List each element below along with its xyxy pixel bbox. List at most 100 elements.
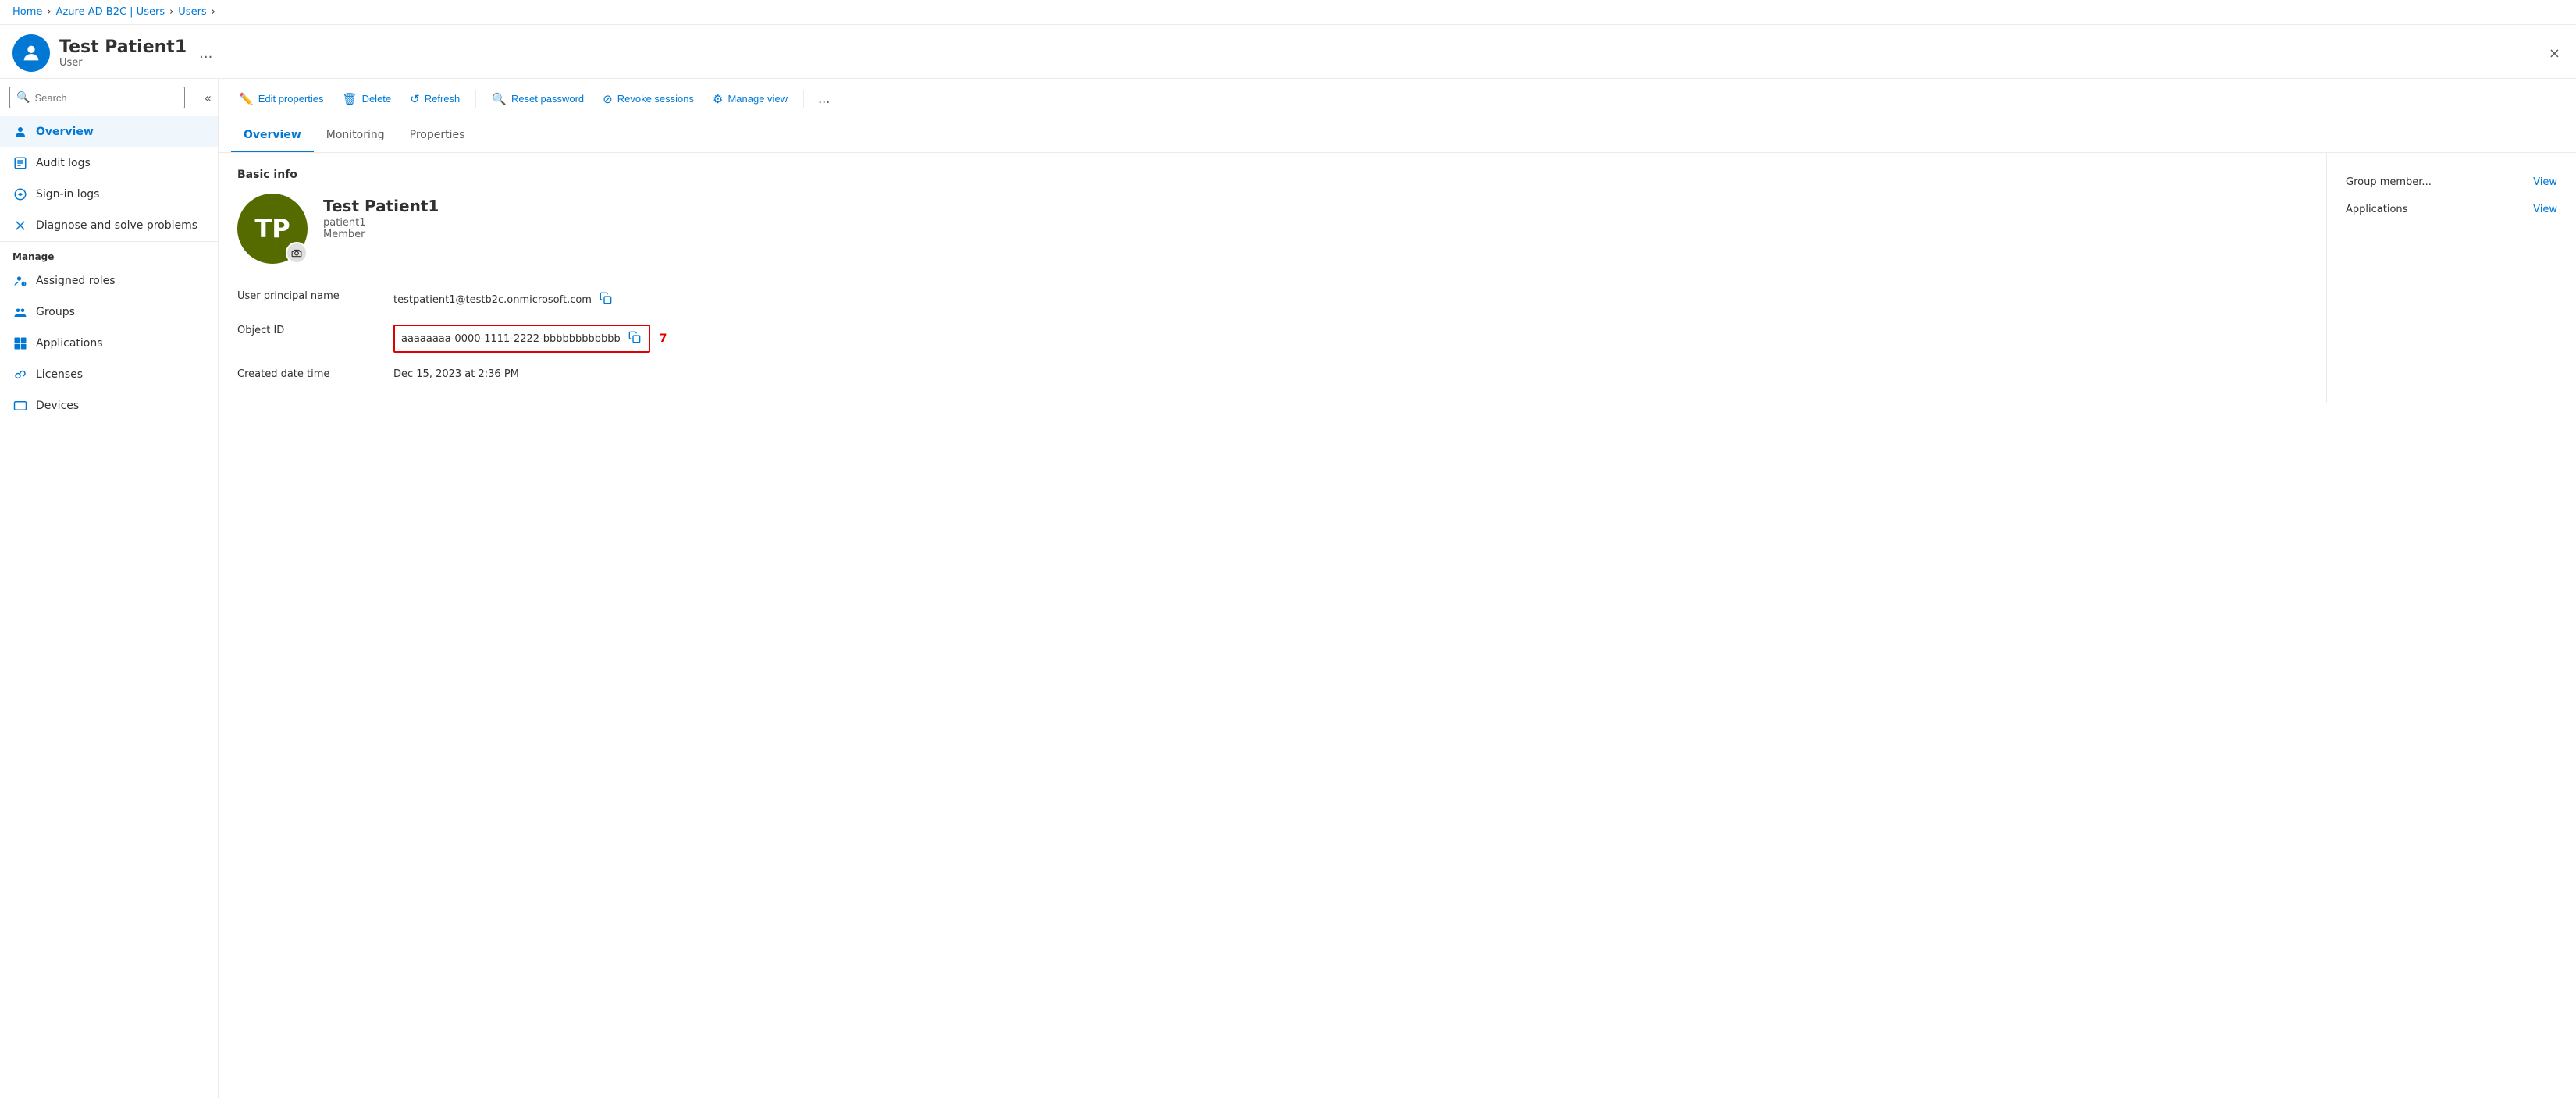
sidebar-item-devices-label: Devices xyxy=(36,400,79,412)
manage-view-icon: ⚙ xyxy=(713,92,723,106)
info-table: User principal name testpatient1@testb2c… xyxy=(237,282,2307,388)
refresh-button[interactable]: ↺ Refresh xyxy=(402,87,468,111)
manage-view-button[interactable]: ⚙ Manage view xyxy=(705,87,795,111)
sidebar-item-devices[interactable]: Devices xyxy=(0,390,218,421)
delete-icon: 🗑 xyxy=(343,92,358,106)
object-id-highlighted-box: aaaaaaaa-0000-1111-2222-bbbbbbbbbbbb xyxy=(393,325,650,353)
user-icon xyxy=(12,124,28,140)
tab-overview[interactable]: Overview xyxy=(231,119,314,152)
sidebar-item-applications-label: Applications xyxy=(36,337,103,350)
sidebar-item-audit-logs[interactable]: Audit logs xyxy=(0,147,218,179)
sidebar-item-assigned-roles-label: Assigned roles xyxy=(36,275,116,287)
upn-label: User principal name xyxy=(237,282,393,317)
licenses-icon xyxy=(12,367,28,382)
toolbar-ellipsis[interactable]: ... xyxy=(812,87,836,111)
copy-upn-button[interactable] xyxy=(598,290,614,309)
page-header-text: Test Patient1 User xyxy=(59,37,187,69)
page-subtitle: User xyxy=(59,57,187,69)
tabs-container: Overview Monitoring Properties xyxy=(219,119,2576,153)
right-info-row-groups: Group member... View xyxy=(2346,169,2557,196)
groups-icon xyxy=(12,304,28,320)
edit-icon: ✏️ xyxy=(239,92,254,106)
toolbar: ✏️ Edit properties 🗑 Delete ↺ Refresh 🔍 … xyxy=(219,79,2576,119)
revoke-sessions-label: Revoke sessions xyxy=(617,93,694,105)
sidebar-item-groups-label: Groups xyxy=(36,306,75,318)
breadcrumb-azure-ad[interactable]: Azure AD B2C | Users xyxy=(56,6,165,18)
delete-label: Delete xyxy=(362,93,392,105)
basic-info-title: Basic info xyxy=(237,169,2307,181)
collapse-btn[interactable]: « xyxy=(197,84,218,112)
sidebar-item-overview-label: Overview xyxy=(36,126,94,138)
sidebar-item-assigned-roles[interactable]: Assigned roles xyxy=(0,265,218,297)
toolbar-separator-2 xyxy=(803,90,804,108)
user-role-label: Member xyxy=(323,229,439,240)
page-title: Test Patient1 xyxy=(59,37,187,57)
search-input[interactable] xyxy=(34,92,178,104)
tab-monitoring[interactable]: Monitoring xyxy=(314,119,397,152)
upn-value: testpatient1@testb2c.onmicrosoft.com xyxy=(393,294,592,306)
refresh-label: Refresh xyxy=(425,93,461,105)
upn-value-row: testpatient1@testb2c.onmicrosoft.com xyxy=(393,282,2307,317)
assigned-roles-icon xyxy=(12,273,28,289)
sidebar-item-licenses-label: Licenses xyxy=(36,368,83,381)
created-date-value-row: Dec 15, 2023 at 2:36 PM xyxy=(393,361,2307,388)
breadcrumb-users[interactable]: Users xyxy=(178,6,206,18)
tab-properties[interactable]: Properties xyxy=(397,119,478,152)
right-info-row-apps: Applications View xyxy=(2346,196,2557,223)
sidebar-item-sign-in-logs[interactable]: Sign-in logs xyxy=(0,179,218,210)
created-date-label: Created date time xyxy=(237,361,393,388)
right-panel: Group member... View Applications View xyxy=(2326,153,2576,403)
copy-object-id-button[interactable] xyxy=(627,329,642,348)
avatar xyxy=(12,34,50,72)
devices-icon xyxy=(12,398,28,414)
audit-logs-icon xyxy=(12,155,28,171)
sidebar-item-diagnose[interactable]: Diagnose and solve problems xyxy=(0,210,218,241)
sidebar-item-diagnose-label: Diagnose and solve problems xyxy=(36,219,197,232)
reset-password-icon: 🔍 xyxy=(492,92,507,106)
sign-in-icon xyxy=(12,187,28,202)
reset-password-label: Reset password xyxy=(511,93,584,105)
sidebar-item-applications[interactable]: Applications xyxy=(0,328,218,359)
revoke-sessions-button[interactable]: ⊘ Revoke sessions xyxy=(595,87,702,111)
content-body: Basic info TP Test Patient1 xyxy=(219,153,2576,403)
breadcrumb: Home › Azure AD B2C | Users › Users › xyxy=(0,0,2576,25)
sidebar-item-audit-logs-label: Audit logs xyxy=(36,157,91,169)
sidebar-item-overview[interactable]: Overview xyxy=(0,116,218,147)
refresh-icon: ↺ xyxy=(410,92,420,106)
user-full-name: Test Patient1 xyxy=(323,197,439,215)
reset-password-button[interactable]: 🔍 Reset password xyxy=(484,87,592,111)
sidebar-item-groups[interactable]: Groups xyxy=(0,297,218,328)
object-id-label: Object ID xyxy=(237,317,393,361)
object-id-value-row: aaaaaaaa-0000-1111-2222-bbbbbbbbbbbb 7 xyxy=(393,317,2307,361)
user-avatar-initials: TP xyxy=(254,214,290,243)
applications-view-link[interactable]: View xyxy=(2533,204,2557,215)
toolbar-separator-1 xyxy=(475,90,476,108)
red-number-badge: 7 xyxy=(660,332,667,345)
manage-section-label: Manage xyxy=(0,241,218,265)
delete-button[interactable]: 🗑 Delete xyxy=(335,87,400,111)
breadcrumb-sep-1: › xyxy=(47,6,51,18)
search-box[interactable]: 🔍 xyxy=(9,87,185,108)
sidebar-item-licenses[interactable]: Licenses xyxy=(0,359,218,390)
edit-properties-button[interactable]: ✏️ Edit properties xyxy=(231,87,332,111)
user-info-row: TP Test Patient1 patient1 Member xyxy=(237,194,2307,264)
page-header: Test Patient1 User ... × xyxy=(0,25,2576,79)
group-member-view-link[interactable]: View xyxy=(2533,176,2557,188)
main-content: ✏️ Edit properties 🗑 Delete ↺ Refresh 🔍 … xyxy=(219,79,2576,1098)
diagnose-icon xyxy=(12,218,28,233)
revoke-icon: ⊘ xyxy=(603,92,613,106)
user-details: Test Patient1 patient1 Member xyxy=(323,194,439,240)
sidebar: 🔍 « Overview Audit logs xyxy=(0,79,219,1098)
header-ellipsis-btn[interactable]: ... xyxy=(199,45,212,62)
user-login: patient1 xyxy=(323,217,439,229)
manage-view-label: Manage view xyxy=(728,93,788,105)
group-member-label: Group member... xyxy=(2346,176,2432,188)
breadcrumb-home[interactable]: Home xyxy=(12,6,42,18)
object-id-value: aaaaaaaa-0000-1111-2222-bbbbbbbbbbbb xyxy=(401,333,621,345)
search-icon: 🔍 xyxy=(16,91,30,104)
breadcrumb-sep-2: › xyxy=(169,6,173,18)
close-button[interactable]: × xyxy=(2546,42,2564,65)
camera-button[interactable] xyxy=(286,242,308,264)
applications-icon xyxy=(12,336,28,351)
breadcrumb-sep-3: › xyxy=(212,6,215,18)
